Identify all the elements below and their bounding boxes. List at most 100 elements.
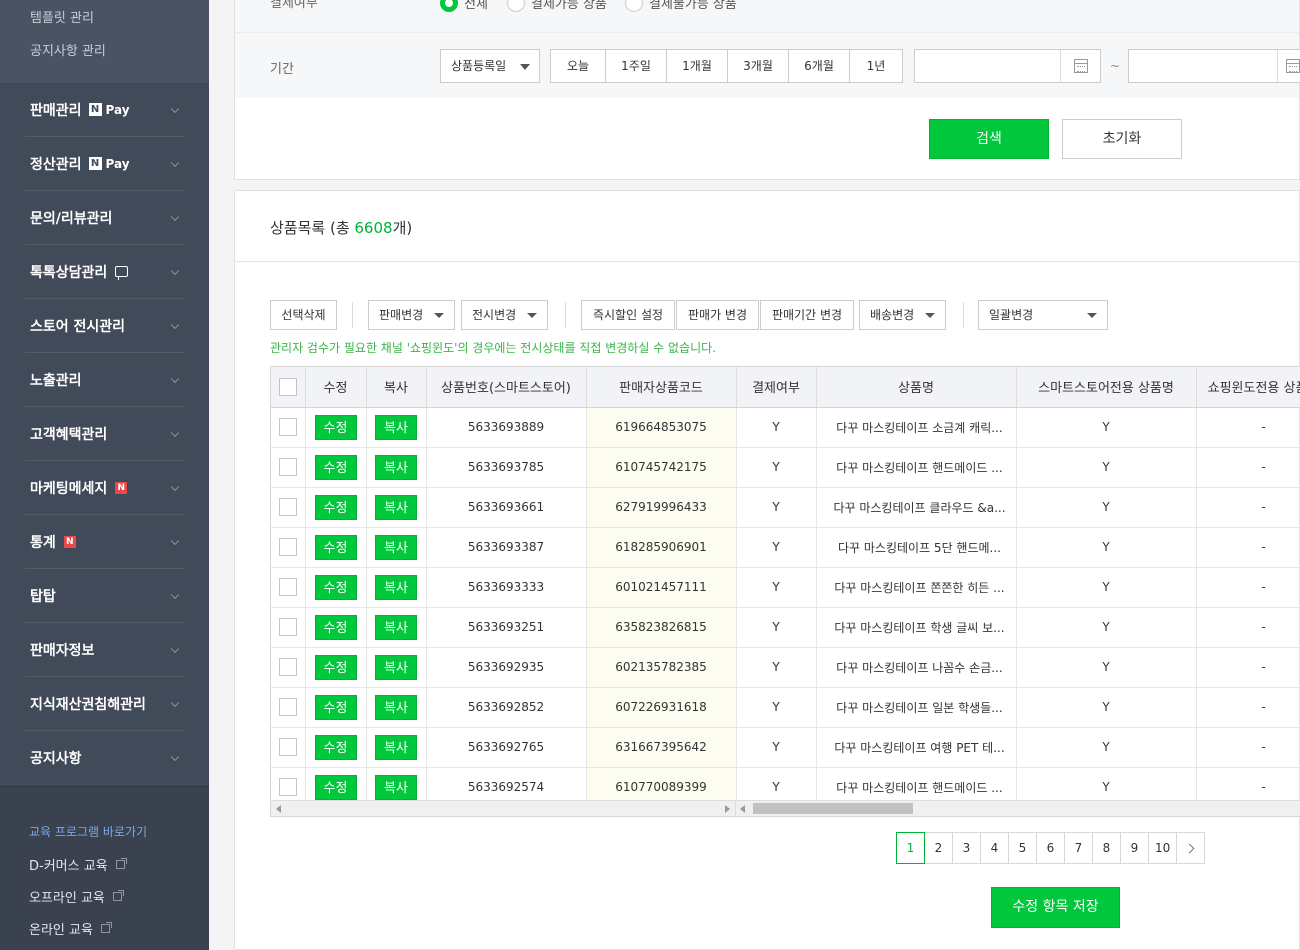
page-button[interactable]: 2 <box>924 832 953 864</box>
smartstore-name-cell[interactable]: Y <box>1016 487 1197 528</box>
sidebar-menu-item[interactable]: 판매관리 N Pay <box>25 83 184 137</box>
shoppingwindow-name-cell[interactable]: - <box>1196 607 1300 648</box>
smartstore-name-cell[interactable]: Y <box>1016 647 1197 688</box>
copy-button[interactable]: 복사 <box>375 774 417 800</box>
page-button[interactable]: 3 <box>952 832 981 864</box>
edit-button[interactable]: 수정 <box>314 494 357 520</box>
sidebar-menu-item[interactable]: 스토어 전시관리 <box>25 299 184 353</box>
column-header[interactable]: 판매자상품코드 <box>586 367 737 408</box>
display-change-select[interactable]: 전시변경 <box>461 300 548 330</box>
edit-button[interactable]: 수정 <box>314 574 357 600</box>
sidebar-menu-item[interactable]: 노출관리 <box>25 353 184 407</box>
delivery-change-select[interactable]: 배송변경 <box>859 300 946 330</box>
row-checkbox[interactable] <box>278 618 297 636</box>
page-button[interactable]: 6 <box>1036 832 1065 864</box>
row-checkbox[interactable] <box>278 538 297 556</box>
price-change-button[interactable]: 판매가 변경 <box>676 300 759 330</box>
page-button[interactable]: 9 <box>1120 832 1149 864</box>
edit-button[interactable]: 수정 <box>314 654 357 680</box>
search-button[interactable]: 검색 <box>929 119 1049 159</box>
product-id-link[interactable]: 5633693889 <box>426 407 587 448</box>
product-id-link[interactable]: 5633692935 <box>426 647 587 688</box>
period-button[interactable]: 6개월 <box>788 49 850 83</box>
sidebar-menu-item[interactable]: 문의/리뷰관리 <box>25 191 184 245</box>
column-header[interactable]: 상품번호(스마트스토어) <box>426 367 587 408</box>
period-type-select[interactable]: 상품등록일 <box>440 49 540 83</box>
copy-button[interactable]: 복사 <box>375 654 417 680</box>
edu-link-online[interactable]: 온라인 교육 <box>29 912 209 944</box>
product-id-link[interactable]: 5633693785 <box>426 447 587 488</box>
page-button[interactable]: 4 <box>980 832 1009 864</box>
radio-pay-all[interactable]: 전체 <box>440 0 488 12</box>
edit-button[interactable]: 수정 <box>314 614 357 640</box>
shoppingwindow-name-cell[interactable]: - <box>1196 567 1300 608</box>
shoppingwindow-name-cell[interactable]: - <box>1196 527 1300 568</box>
radio-pay-available[interactable]: 결제가능 상품 <box>507 0 607 12</box>
copy-button[interactable]: 복사 <box>375 494 417 520</box>
product-id-link[interactable]: 5633692852 <box>426 687 587 728</box>
product-id-link[interactable]: 5633693333 <box>426 567 587 608</box>
sidebar-menu-item[interactable]: 탑탑 <box>25 569 184 623</box>
period-button[interactable]: 1주일 <box>605 49 667 83</box>
copy-button[interactable]: 복사 <box>375 574 417 600</box>
smartstore-name-cell[interactable]: Y <box>1016 447 1197 488</box>
column-header[interactable]: 결제여부 <box>736 367 817 408</box>
edit-button[interactable]: 수정 <box>314 694 357 720</box>
row-checkbox[interactable] <box>278 698 297 716</box>
edit-button[interactable]: 수정 <box>314 734 357 760</box>
calendar-button[interactable] <box>1060 50 1100 82</box>
start-date-input[interactable] <box>914 49 1101 83</box>
smartstore-name-cell[interactable]: Y <box>1016 567 1197 608</box>
product-id-link[interactable]: 5633693661 <box>426 487 587 528</box>
copy-button[interactable]: 복사 <box>375 414 417 440</box>
edu-link-offline[interactable]: 오프라인 교육 <box>29 880 209 912</box>
copy-button[interactable]: 복사 <box>375 454 417 480</box>
row-checkbox[interactable] <box>278 778 297 796</box>
period-button[interactable]: 오늘 <box>550 49 606 83</box>
row-checkbox[interactable] <box>278 458 297 476</box>
smartstore-name-cell[interactable]: Y <box>1016 727 1197 768</box>
row-checkbox[interactable] <box>278 418 297 436</box>
smartstore-name-cell[interactable]: Y <box>1016 407 1197 448</box>
shoppingwindow-name-cell[interactable]: - <box>1196 727 1300 768</box>
page-button[interactable]: 1 <box>896 832 925 864</box>
page-button[interactable]: 5 <box>1008 832 1037 864</box>
column-header[interactable]: 상품명 <box>816 367 1017 408</box>
next-page-button[interactable] <box>1176 832 1206 864</box>
save-changes-button[interactable]: 수정 항목 저장 <box>991 887 1120 928</box>
sidebar-menu-item[interactable]: 고객혜택관리 <box>25 407 184 461</box>
sidebar-menu-item[interactable]: 판매자정보 <box>25 623 184 677</box>
shoppingwindow-name-cell[interactable]: - <box>1196 407 1300 448</box>
shoppingwindow-name-cell[interactable]: - <box>1196 687 1300 728</box>
delete-selected-button[interactable]: 선택삭제 <box>270 300 337 330</box>
smartstore-name-cell[interactable]: Y <box>1016 527 1197 568</box>
edit-button[interactable]: 수정 <box>314 454 357 480</box>
row-checkbox[interactable] <box>278 658 297 676</box>
calendar-button[interactable] <box>1277 50 1300 82</box>
copy-button[interactable]: 복사 <box>375 614 417 640</box>
scroll-left-icon[interactable] <box>276 805 281 813</box>
sidebar-menu-item[interactable]: 지식재산권침해관리 <box>25 677 184 731</box>
edu-title[interactable]: 교육 프로그램 바로가기 <box>29 823 209 840</box>
sidebar-menu-item[interactable]: 톡톡상담관리 <box>25 245 184 299</box>
edit-button[interactable]: 수정 <box>314 774 357 800</box>
edu-link-dcommerce[interactable]: D-커머스 교육 <box>29 848 209 880</box>
select-all-checkbox[interactable] <box>278 377 297 396</box>
shoppingwindow-name-cell[interactable]: - <box>1196 647 1300 688</box>
sidebar-sub-item-template[interactable]: 템플릿 관리 <box>0 4 209 37</box>
scroll-thumb[interactable] <box>753 803 913 814</box>
period-button[interactable]: 1년 <box>849 49 903 83</box>
sidebar-sub-item-notice-manage[interactable]: 공지사항 관리 <box>0 37 209 70</box>
sidebar-menu-item[interactable]: 마케팅메세지 N <box>25 461 184 515</box>
column-header[interactable]: 쇼핑윈도전용 상품명 <box>1196 367 1300 408</box>
reset-button[interactable]: 초기화 <box>1062 119 1182 159</box>
smartstore-name-cell[interactable]: Y <box>1016 607 1197 648</box>
shoppingwindow-name-cell[interactable]: - <box>1196 447 1300 488</box>
edit-button[interactable]: 수정 <box>314 414 357 440</box>
bulk-change-select[interactable]: 일괄변경 <box>978 300 1108 330</box>
edit-button[interactable]: 수정 <box>314 534 357 560</box>
period-button[interactable]: 3개월 <box>727 49 789 83</box>
product-id-link[interactable]: 5633693251 <box>426 607 587 648</box>
sidebar-menu-item[interactable]: 정산관리 N Pay <box>25 137 184 191</box>
period-change-button[interactable]: 판매기간 변경 <box>760 300 854 330</box>
